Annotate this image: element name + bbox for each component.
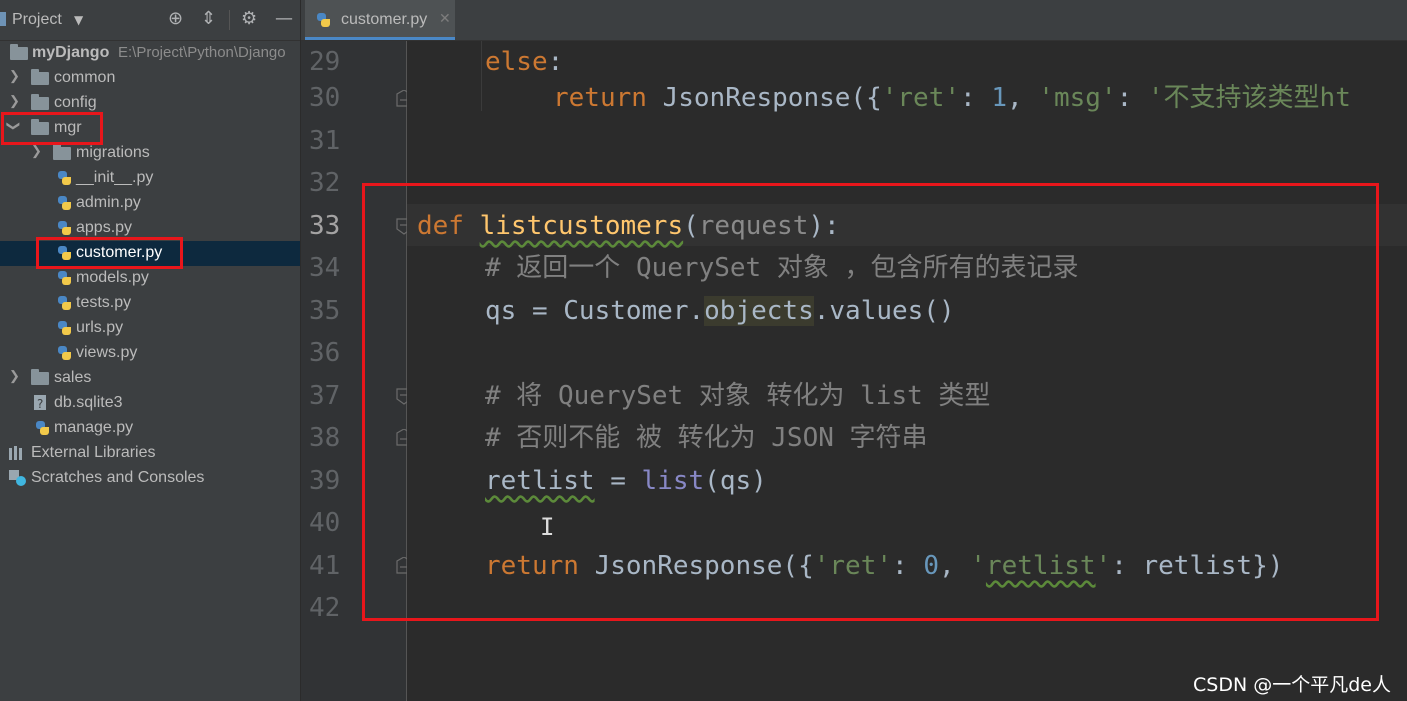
folder-icon — [31, 369, 49, 385]
header-divider — [229, 10, 230, 30]
minimize-icon[interactable]: — — [275, 9, 293, 29]
project-view-dropdown[interactable]: Project — [12, 11, 62, 29]
python-file-icon — [315, 12, 331, 28]
chevron-right-icon[interactable]: ❯ — [9, 93, 20, 109]
folder-icon — [31, 94, 49, 110]
tree-item-tests[interactable]: tests.py — [0, 291, 300, 316]
collapse-all-icon[interactable]: ⇕ — [201, 9, 216, 29]
tree-item-init[interactable]: __init__.py — [0, 166, 300, 191]
folder-icon — [31, 69, 49, 85]
tree-item-label: External Libraries — [31, 444, 156, 461]
tree-item-label: db.sqlite3 — [54, 394, 123, 411]
tree-item-views[interactable]: views.py — [0, 341, 300, 366]
tab-customer-py[interactable]: customer.py ✕ — [305, 0, 455, 40]
gear-icon[interactable]: ⚙ — [241, 9, 257, 29]
project-sidebar: Project ▼ ⊕ ⇕ ⚙ — myDjango E:\Project\Py… — [0, 0, 301, 701]
watermark: CSDN @一个平凡de人 — [1193, 674, 1391, 696]
tree-item-manage[interactable]: manage.py — [0, 416, 300, 441]
python-file-icon — [56, 170, 72, 186]
unknown-file-icon: ? — [33, 394, 49, 412]
python-file-icon — [34, 420, 50, 436]
editor-tab-bar: customer.py ✕ — [301, 0, 1407, 41]
chevron-right-icon[interactable]: ❯ — [31, 143, 42, 159]
python-file-icon — [56, 295, 72, 311]
tree-item-common[interactable]: ❯ common — [0, 66, 300, 91]
tree-item-label: admin.py — [76, 194, 141, 211]
chevron-right-icon[interactable]: ❯ — [9, 68, 20, 84]
python-file-icon — [56, 220, 72, 236]
tree-item-label: views.py — [76, 344, 138, 361]
tree-item-label: __init__.py — [76, 169, 154, 186]
folder-icon — [53, 144, 71, 160]
tree-item-models[interactable]: models.py — [0, 266, 300, 291]
python-file-icon — [56, 320, 72, 336]
root-path: E:\Project\Python\Django — [118, 44, 286, 61]
project-header: Project ▼ ⊕ ⇕ ⚙ — — [0, 0, 300, 41]
tree-item-external-libraries[interactable]: External Libraries — [0, 441, 300, 466]
python-file-icon — [56, 195, 72, 211]
tree-item-label: common — [54, 69, 116, 86]
code-line-29: else: — [485, 47, 564, 77]
indent-guide — [481, 41, 482, 111]
annotation-box-mgr — [1, 112, 103, 145]
tree-item-label: config — [54, 94, 97, 111]
tab-label: customer.py — [341, 11, 428, 28]
tree-item-label: manage.py — [54, 419, 134, 436]
tree-item-urls[interactable]: urls.py — [0, 316, 300, 341]
tree-item-admin[interactable]: admin.py — [0, 191, 300, 216]
scratches-icon — [8, 469, 28, 492]
close-icon[interactable]: ✕ — [439, 11, 451, 27]
tree-item-label: apps.py — [76, 219, 133, 236]
tree-item-sales[interactable]: ❯ sales — [0, 366, 300, 391]
folder-icon — [10, 44, 28, 60]
tree-item-label: sales — [54, 369, 92, 386]
tree-root[interactable]: myDjango E:\Project\Python\Django — [0, 41, 300, 66]
svg-text:?: ? — [37, 397, 43, 411]
project-panel-icon — [0, 12, 6, 26]
library-icon — [8, 445, 26, 466]
python-file-icon — [56, 345, 72, 361]
tree-item-label: Scratches and Consoles — [31, 469, 205, 486]
root-name: myDjango — [32, 44, 110, 61]
code-line-30: return JsonResponse({'ret': 1, 'msg': '不… — [553, 83, 1351, 113]
tree-item-db[interactable]: ? db.sqlite3 — [0, 391, 300, 416]
tree-item-label: urls.py — [76, 319, 124, 336]
tree-item-label: tests.py — [76, 294, 132, 311]
chevron-down-icon[interactable]: ▼ — [74, 13, 83, 27]
annotation-box-customer — [36, 237, 183, 269]
chevron-right-icon[interactable]: ❯ — [9, 368, 20, 384]
annotation-box-code — [362, 183, 1379, 621]
tree-item-label: migrations — [76, 144, 150, 161]
tree-item-scratches[interactable]: Scratches and Consoles — [0, 466, 300, 491]
tree-item-label: models.py — [76, 269, 149, 286]
locate-icon[interactable]: ⊕ — [168, 9, 183, 29]
python-file-icon — [56, 270, 72, 286]
